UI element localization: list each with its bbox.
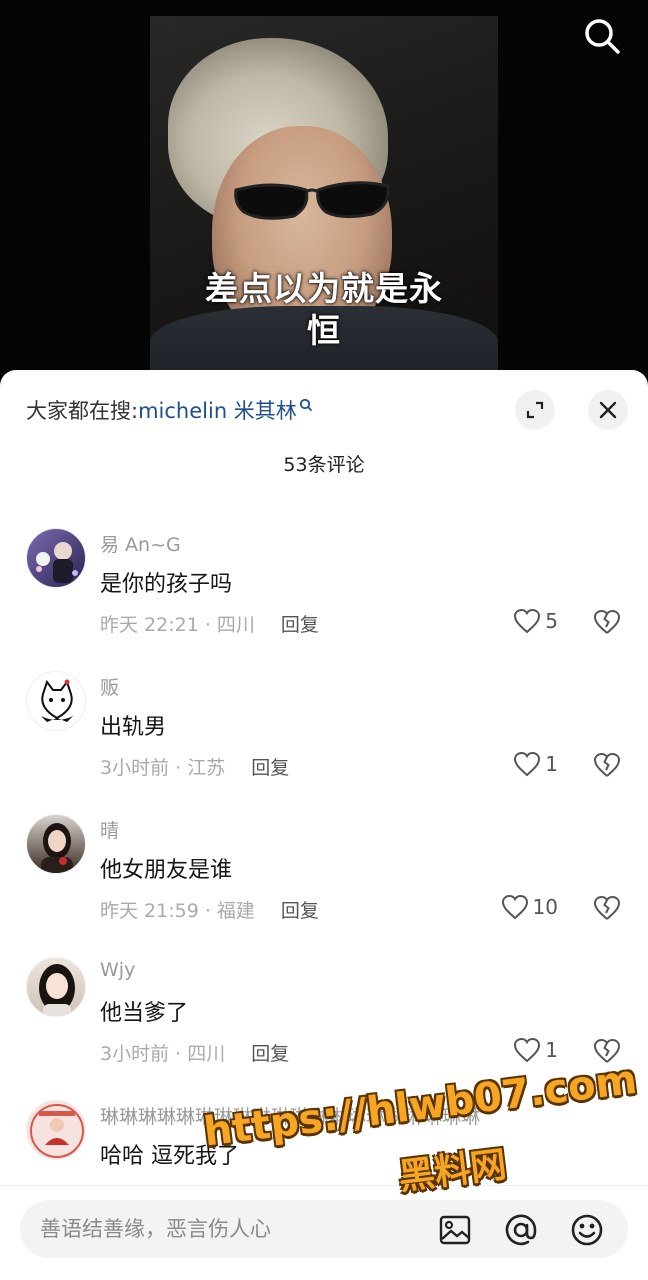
comment-meta: 3小时前 · 江苏 回复 <box>100 753 289 780</box>
like-count: 5 <box>545 609 558 633</box>
comment-time-location: 3小时前 · 四川 <box>100 1043 226 1065</box>
avatar[interactable] <box>26 814 86 874</box>
small-search-icon <box>299 398 312 411</box>
comment-text: 他当爹了 <box>100 1001 189 1026</box>
hot-search-prefix: 大家都在搜: <box>26 399 139 423</box>
comment-username[interactable]: 贩 <box>100 673 119 700</box>
comment-text: 哈哈 逗死我了 <box>100 1144 239 1169</box>
comment-meta: 3小时前 · 四川 回复 <box>100 1039 289 1066</box>
comment-username[interactable]: 易 An~G <box>100 530 181 557</box>
reply-button[interactable]: 回复 <box>251 757 289 779</box>
like-count: 10 <box>532 895 558 919</box>
avatar-image <box>41 679 73 722</box>
like-button[interactable]: 10 <box>501 892 558 922</box>
comment-text: 是你的孩子吗 <box>100 572 233 597</box>
close-button[interactable] <box>588 390 628 430</box>
dislike-broken-heart-icon[interactable] <box>592 894 622 922</box>
comment-count: 53条评论 <box>283 454 365 476</box>
avatar[interactable] <box>26 1100 86 1160</box>
reply-button[interactable]: 回复 <box>281 614 319 636</box>
comment-item: 易 An~G 是你的孩子吗 昨天 22:21 · 四川 回复 5 <box>0 528 648 658</box>
like-button[interactable]: 5 <box>513 606 558 636</box>
avatar[interactable] <box>26 671 86 731</box>
comment-input[interactable]: 善语结善缘，恶言伤人心 <box>20 1200 628 1258</box>
mention-icon[interactable] <box>504 1213 538 1247</box>
like-button[interactable]: 1 <box>513 1035 558 1065</box>
comment-input-bar: 善语结善缘，恶言伤人心 <box>0 1185 648 1280</box>
dislike-broken-heart-icon[interactable] <box>592 751 622 779</box>
avatar-image <box>36 542 78 583</box>
avatar-image <box>39 964 75 1016</box>
like-count: 1 <box>545 752 558 776</box>
avatar-image <box>30 1104 84 1158</box>
expand-icon <box>526 401 544 419</box>
like-button[interactable]: 1 <box>513 749 558 779</box>
comment-text: 他女朋友是谁 <box>100 858 233 883</box>
close-icon <box>599 401 617 419</box>
comment-item: 贩 出轨男 3小时前 · 江苏 回复 1 <box>0 671 648 801</box>
sunglasses-graphic <box>234 181 390 220</box>
reply-button[interactable]: 回复 <box>281 900 319 922</box>
heart-icon <box>501 894 528 920</box>
comment-time-location: 昨天 21:59 · 福建 <box>100 900 255 922</box>
comment-username[interactable]: Wjy <box>100 959 135 981</box>
hot-search-keyword[interactable]: michelin 米其林 <box>138 399 297 423</box>
dislike-broken-heart-icon[interactable] <box>592 608 622 636</box>
avatar-image <box>41 823 73 873</box>
comment-username[interactable]: 晴 <box>100 816 119 843</box>
search-icon[interactable] <box>580 14 624 58</box>
comment-item: Wjy 他当爹了 3小时前 · 四川 回复 1 <box>0 957 648 1087</box>
comment-sheet: 大家都在搜:michelin 米其林 53条评论 易 An~G 是你的孩子吗 昨… <box>0 370 648 1280</box>
comment-item: 晴 他女朋友是谁 昨天 21:59 · 福建 回复 10 <box>0 814 648 944</box>
comment-meta: 昨天 21:59 · 福建 回复 <box>100 896 319 923</box>
avatar[interactable] <box>26 957 86 1017</box>
hot-search-link[interactable]: 大家都在搜:michelin 米其林 <box>26 396 313 426</box>
reply-button[interactable]: 回复 <box>251 1043 289 1065</box>
comment-time-location: 3小时前 · 江苏 <box>100 757 226 779</box>
comment-username[interactable]: 琳琳琳琳琳琳琳琳琳琳琳琳琳琳琳琳琳琳琳琳 <box>100 1102 540 1129</box>
expand-button[interactable] <box>515 390 555 430</box>
avatar[interactable] <box>26 528 86 588</box>
sheet-header: 大家都在搜:michelin 米其林 <box>0 370 648 450</box>
heart-icon <box>514 751 541 777</box>
comment-time-location: 昨天 22:21 · 四川 <box>100 614 255 636</box>
emoji-icon[interactable] <box>570 1213 604 1247</box>
comment-meta: 昨天 22:21 · 四川 回复 <box>100 610 319 637</box>
comment-input-placeholder: 善语结善缘，恶言伤人心 <box>40 1217 271 1241</box>
image-icon[interactable] <box>438 1213 472 1247</box>
video-caption: 差点以为就是永恒 <box>205 269 443 350</box>
heart-icon <box>514 1037 541 1063</box>
heart-icon <box>514 608 541 634</box>
comment-text: 出轨男 <box>100 715 167 740</box>
video-player[interactable]: 差点以为就是永恒 <box>0 0 648 380</box>
dislike-broken-heart-icon[interactable] <box>592 1037 622 1065</box>
like-count: 1 <box>545 1038 558 1062</box>
